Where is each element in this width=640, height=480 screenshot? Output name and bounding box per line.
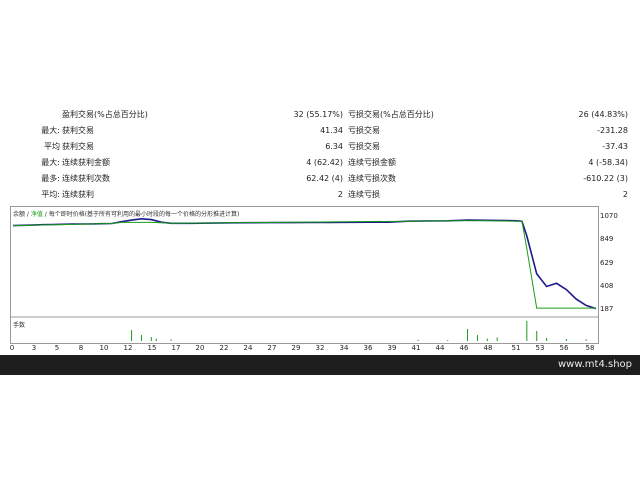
stats-value: 4 (62.42) — [306, 158, 343, 167]
balance-chart: 余额 / 净值 / 每个即时价格(基于所有可利用的最小时段的每一个价格的分形推进… — [10, 206, 599, 344]
x-tick-label: 12 — [123, 344, 133, 352]
stats-row: 平均: 连续获利 2 连续亏损 2 — [0, 187, 640, 203]
stats-value-loss: 4 (-58.34) — [588, 158, 628, 167]
y-tick-label: 187 — [600, 305, 614, 313]
stats-label: 连续获利次数 — [62, 174, 110, 183]
x-tick-label: 44 — [435, 344, 445, 352]
x-tick-label: 10 — [99, 344, 109, 352]
x-tick-label: 27 — [267, 344, 277, 352]
x-tick-label: 36 — [363, 344, 373, 352]
trade-statistics: 盈利交易(%占总百分比) 32 (55.17%) 亏损交易(%占总百分比) 26 (4… — [0, 107, 640, 203]
stats-value-loss: 26 (44.83%) — [578, 110, 628, 119]
x-tick-label: 32 — [315, 344, 325, 352]
x-tick-label: 0 — [9, 344, 15, 352]
stats-value-loss: 2 — [622, 190, 628, 199]
chart-header: 余额 / 净值 / 每个即时价格(基于所有可利用的最小时段的每一个价格的分形推进… — [13, 209, 239, 218]
balance-line — [12, 217, 597, 310]
stats-label-loss: 连续亏损次数 — [348, 174, 396, 183]
stats-value: 2 — [337, 190, 343, 199]
stats-label-loss: 连续亏损金额 — [348, 158, 396, 167]
stats-row: 盈利交易(%占总百分比) 32 (55.17%) 亏损交易(%占总百分比) 26 (4… — [0, 107, 640, 123]
stats-label: 盈利交易(%占总百分比) — [62, 110, 148, 119]
y-tick-label: 1070 — [600, 212, 618, 220]
lots-label: 手数 — [13, 322, 26, 329]
stats-label-loss: 亏损交易 — [348, 126, 380, 135]
x-tick-label: 48 — [483, 344, 493, 352]
x-tick-label: 17 — [171, 344, 181, 352]
stats-row: 最多: 连续获利次数 62.42 (4) 连续亏损次数 -610.22 (3) — [0, 171, 640, 187]
footer-bar: www.mt4.shop — [0, 355, 640, 375]
stats-row: 最大: 连续获利金额 4 (62.42) 连续亏损金额 4 (-58.34) — [0, 155, 640, 171]
x-tick-label: 24 — [243, 344, 253, 352]
stats-value: 32 (55.17%) — [293, 110, 343, 119]
y-tick-label: 849 — [600, 235, 614, 244]
x-tick-label: 53 — [535, 344, 545, 352]
x-tick-label: 46 — [459, 344, 469, 352]
x-tick-label: 34 — [339, 344, 349, 352]
x-tick-label: 8 — [78, 344, 84, 352]
x-tick-label: 39 — [387, 344, 397, 352]
stats-value-loss: -37.43 — [602, 142, 628, 151]
stats-value-loss: -610.22 (3) — [583, 174, 628, 183]
legend-description: / 每个即时价格(基于所有可利用的最小时段的每一个价格的分形推进计算) — [42, 211, 240, 218]
x-tick-label: 58 — [585, 344, 595, 352]
stats-label: 获利交易 — [62, 126, 94, 135]
stats-row: 平均 获利交易 6.34 亏损交易 -37.43 — [0, 139, 640, 155]
stats-label-loss: 亏损交易(%占总百分比) — [348, 110, 434, 119]
footer-watermark: www.mt4.shop — [557, 359, 632, 370]
stats-prefix: 最大: — [41, 126, 60, 135]
x-tick-label: 5 — [54, 344, 60, 352]
x-tick-label: 56 — [559, 344, 569, 352]
equity-line — [12, 220, 596, 309]
x-tick-label: 22 — [219, 344, 229, 352]
balance-chart-svg — [11, 217, 598, 341]
stats-value: 41.34 — [320, 126, 343, 135]
stats-value-loss: -231.28 — [597, 126, 628, 135]
stats-value: 6.34 — [325, 142, 343, 151]
x-tick-label: 41 — [411, 344, 421, 352]
stats-row: 最大: 获利交易 41.34 亏损交易 -231.28 — [0, 123, 640, 139]
stats-label: 连续获利金额 — [62, 158, 110, 167]
stats-value: 62.42 (4) — [306, 174, 343, 183]
y-tick-label: 408 — [600, 281, 614, 290]
stats-label-loss: 连续亏损 — [348, 190, 380, 199]
legend-balance: 余额 — [13, 211, 26, 218]
stats-label: 连续获利 — [62, 190, 94, 199]
stats-prefix: 最多: — [41, 174, 60, 183]
stats-prefix: 最大: — [41, 158, 60, 167]
stats-prefix: 平均: — [41, 190, 60, 199]
x-tick-label: 20 — [195, 344, 205, 352]
x-tick-label: 15 — [147, 344, 157, 352]
stats-label-loss: 亏损交易 — [348, 142, 380, 151]
x-tick-label: 29 — [291, 344, 301, 352]
stats-label: 获利交易 — [62, 142, 94, 151]
y-tick-label: 629 — [600, 258, 614, 267]
x-tick-label: 51 — [511, 344, 521, 352]
stats-prefix: 平均 — [44, 142, 60, 151]
x-tick-label: 3 — [31, 344, 37, 352]
legend-equity: 净值 — [30, 211, 43, 218]
